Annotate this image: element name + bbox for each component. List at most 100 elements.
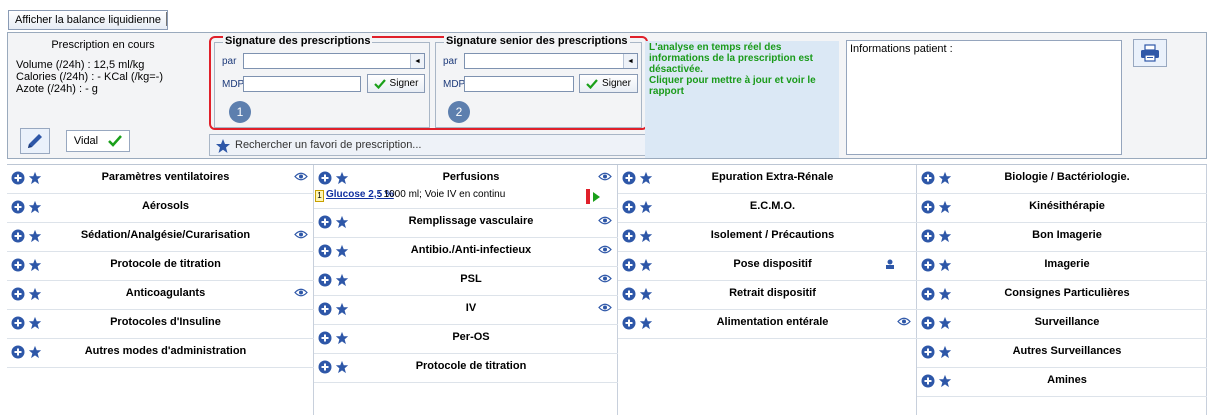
star-icon[interactable] [639,171,653,188]
category-row[interactable]: Paramètres ventilatoires [7,165,314,194]
add-circle-icon[interactable] [622,287,636,304]
vidal-button[interactable]: Vidal [66,130,130,152]
eye-icon[interactable] [294,288,308,300]
category-row[interactable]: Protocoles d'Insuline [7,310,314,339]
dropdown-arrow-icon[interactable]: ◄ [410,54,424,68]
star-icon[interactable] [335,215,349,232]
star-icon[interactable] [639,229,653,246]
star-icon[interactable] [639,316,653,333]
password-field[interactable] [243,76,361,92]
realtime-analysis-panel[interactable]: L'analyse en temps réel des informations… [645,41,839,158]
category-row[interactable]: Antibio./Anti-infectieux [314,238,618,267]
add-circle-icon[interactable] [11,171,25,188]
category-row[interactable]: Consignes Particulières [917,281,1207,310]
star-icon[interactable] [938,171,952,188]
star-icon[interactable] [938,200,952,217]
favorite-prescription-search[interactable]: Rechercher un favori de prescription... [209,134,646,156]
star-icon[interactable] [938,316,952,333]
eye-icon[interactable] [598,303,612,315]
category-row[interactable]: Biologie / Bactériologie. [917,165,1207,194]
eye-icon[interactable] [897,317,911,329]
category-row[interactable]: Pose dispositif [618,252,917,281]
category-row[interactable]: Autres Surveillances [917,339,1207,368]
category-row[interactable]: IV [314,296,618,325]
add-circle-icon[interactable] [921,287,935,304]
add-circle-icon[interactable] [921,200,935,217]
star-icon[interactable] [28,316,42,333]
star-icon[interactable] [28,229,42,246]
category-row[interactable]: Imagerie [917,252,1207,281]
star-icon[interactable] [938,229,952,246]
star-icon[interactable] [28,287,42,304]
perfusion-prescription-line[interactable]: 1 Glucose 2,5 % : 1000 ml; Voie IV en con… [314,189,600,204]
play-icon[interactable] [593,192,600,202]
star-icon[interactable] [938,258,952,275]
add-circle-icon[interactable] [318,273,332,290]
add-circle-icon[interactable] [622,200,636,217]
star-icon[interactable] [335,302,349,319]
category-row[interactable]: E.C.M.O. [618,194,917,223]
category-row[interactable]: Surveillance [917,310,1207,339]
star-icon[interactable] [335,273,349,290]
print-button[interactable] [1133,39,1167,67]
add-circle-icon[interactable] [11,316,25,333]
category-row[interactable]: PSL [314,267,618,296]
category-row[interactable]: Protocole de titration [314,354,618,383]
category-row[interactable]: Per-OS [314,325,618,354]
add-circle-icon[interactable] [318,331,332,348]
senior-sign-button[interactable]: Signer [579,74,638,93]
eye-icon[interactable] [294,172,308,184]
add-circle-icon[interactable] [11,229,25,246]
star-icon[interactable] [938,345,952,362]
analysis-refresh-link[interactable]: Cliquer pour mettre à jour et voir le ra… [649,75,835,97]
category-row[interactable]: Autres modes d'administration [7,339,314,368]
category-row[interactable]: Amines [917,368,1207,397]
star-icon[interactable] [938,287,952,304]
star-icon[interactable] [28,171,42,188]
eye-icon[interactable] [598,216,612,228]
add-circle-icon[interactable] [11,287,25,304]
edit-button[interactable] [20,128,50,154]
category-row[interactable]: Aérosols [7,194,314,223]
signer-select[interactable]: ◄ [243,53,425,69]
add-circle-icon[interactable] [318,215,332,232]
category-row[interactable]: Protocole de titration [7,252,314,281]
category-row[interactable]: Bon Imagerie [917,223,1207,252]
category-row[interactable]: Kinésithérapie [917,194,1207,223]
add-circle-icon[interactable] [318,302,332,319]
star-icon[interactable] [28,200,42,217]
add-circle-icon[interactable] [921,374,935,391]
star-icon[interactable] [335,244,349,261]
add-circle-icon[interactable] [622,229,636,246]
star-icon[interactable] [335,171,349,188]
star-icon[interactable] [639,200,653,217]
add-circle-icon[interactable] [622,316,636,333]
star-icon[interactable] [28,345,42,362]
add-circle-icon[interactable] [921,316,935,333]
star-icon[interactable] [639,258,653,275]
category-row[interactable]: Sédation/Analgésie/Curarisation [7,223,314,252]
add-circle-icon[interactable] [318,360,332,377]
category-row[interactable]: Epuration Extra-Rénale [618,165,917,194]
eye-icon[interactable] [294,230,308,242]
add-circle-icon[interactable] [318,171,332,188]
add-circle-icon[interactable] [921,171,935,188]
eye-icon[interactable] [598,274,612,286]
add-circle-icon[interactable] [11,200,25,217]
add-circle-icon[interactable] [622,171,636,188]
category-row[interactable]: Remplissage vasculaire [314,209,618,238]
add-circle-icon[interactable] [318,244,332,261]
star-icon[interactable] [335,331,349,348]
category-row[interactable]: Alimentation entérale [618,310,917,339]
senior-password-field[interactable] [464,76,574,92]
star-icon[interactable] [639,287,653,304]
eye-icon[interactable] [598,245,612,257]
star-icon[interactable] [335,360,349,377]
add-circle-icon[interactable] [921,258,935,275]
add-circle-icon[interactable] [11,258,25,275]
add-circle-icon[interactable] [622,258,636,275]
add-circle-icon[interactable] [921,229,935,246]
star-icon[interactable] [28,258,42,275]
category-row[interactable]: Isolement / Précautions [618,223,917,252]
add-circle-icon[interactable] [11,345,25,362]
